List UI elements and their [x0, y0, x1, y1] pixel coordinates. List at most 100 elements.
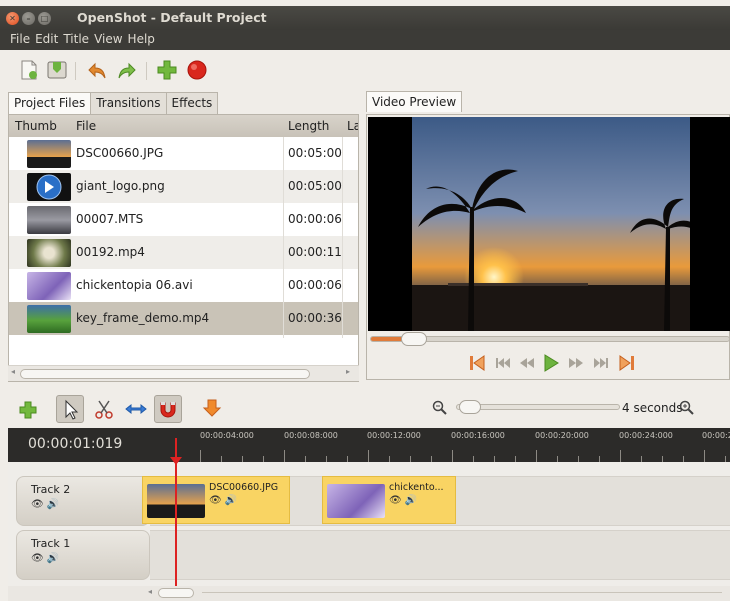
- file-row[interactable]: giant_logo.png 00:05:00: [9, 170, 358, 203]
- column-length[interactable]: Length: [288, 119, 329, 133]
- add-track-icon[interactable]: [14, 395, 42, 423]
- track-lane[interactable]: [150, 530, 730, 580]
- toolbar-separator: [146, 62, 147, 80]
- ruler-tick-label: 00:00:24:000: [619, 431, 673, 440]
- ruler-tick-label: 00:00:20:000: [535, 431, 589, 440]
- clip-thumbnail: [327, 484, 385, 518]
- zoom-out-icon[interactable]: [432, 400, 448, 416]
- file-row[interactable]: 00192.mp4 00:00:11: [9, 236, 358, 269]
- track-header[interactable]: Track 2 👁 🔊: [16, 476, 150, 526]
- redo-icon[interactable]: [116, 59, 138, 81]
- zoom-slider[interactable]: [456, 400, 620, 414]
- ruler-tick: [284, 450, 285, 462]
- file-thumbnail: [27, 305, 71, 333]
- track-header[interactable]: Track 1 👁 🔊: [16, 530, 150, 580]
- playhead-line[interactable]: [175, 438, 177, 588]
- file-row-selected[interactable]: key_frame_demo.mp4 00:00:36: [9, 302, 358, 335]
- column-file[interactable]: File: [76, 119, 96, 133]
- file-name: 00007.MTS: [76, 212, 144, 226]
- file-list-scroll-thumb[interactable]: [20, 369, 310, 379]
- rewind-icon[interactable]: [518, 354, 536, 372]
- tab-project-files[interactable]: Project Files: [8, 92, 92, 114]
- file-length: 00:00:36: [288, 311, 342, 325]
- timeline-scrollbar[interactable]: ◂: [8, 586, 730, 601]
- ruler-tick: [704, 450, 705, 462]
- maximize-window-icon[interactable]: □: [38, 12, 51, 25]
- ruler-tick: [620, 450, 621, 462]
- project-panel-tabs: Project Files Transitions Effects: [8, 92, 219, 114]
- add-marker-icon[interactable]: [198, 395, 226, 423]
- scroll-right-icon[interactable]: ▸: [346, 367, 350, 376]
- ruler-tick-label: 00:00:04:000: [200, 431, 254, 440]
- file-thumbnail: [27, 140, 71, 168]
- import-files-icon[interactable]: [156, 59, 178, 81]
- main-toolbar: [0, 50, 730, 90]
- minimize-window-icon[interactable]: –: [22, 12, 35, 25]
- zoom-level-label: 4 seconds: [622, 401, 683, 415]
- clip-visibility-audio-icons[interactable]: 👁 🔊: [209, 495, 237, 506]
- timeline-clip[interactable]: chickento... 👁 🔊: [322, 476, 456, 524]
- play-icon[interactable]: [542, 354, 560, 372]
- tab-transitions[interactable]: Transitions: [90, 92, 167, 114]
- ruler-tick-label: 00:00:16:000: [451, 431, 505, 440]
- preview-seek-bar[interactable]: [370, 332, 730, 346]
- track-visibility-audio-icons[interactable]: 👁 🔊: [31, 499, 59, 510]
- jump-start-icon[interactable]: [468, 354, 486, 372]
- timeline-clip[interactable]: DSC00660.JPG 👁 🔊: [142, 476, 290, 524]
- save-project-icon[interactable]: [46, 59, 68, 81]
- column-divider: [342, 137, 343, 338]
- menu-help[interactable]: Help: [128, 30, 160, 50]
- track-name: Track 1: [31, 537, 71, 550]
- ruler-tick: [200, 450, 201, 462]
- menu-file[interactable]: File: [10, 30, 35, 50]
- track-visibility-audio-icons[interactable]: 👁 🔊: [31, 553, 59, 564]
- ruler-tick: [368, 450, 369, 462]
- resize-tool-icon[interactable]: [122, 395, 150, 423]
- scroll-left-icon[interactable]: ◂: [148, 587, 152, 596]
- timeline-ruler[interactable]: 00:00:01:019 00:00:04:000 00:00:08:000 0…: [8, 428, 730, 462]
- timeline-scroll-track: [202, 592, 722, 593]
- file-length: 00:00:06: [288, 278, 342, 292]
- column-last[interactable]: La: [347, 119, 358, 133]
- file-name: giant_logo.png: [76, 179, 165, 193]
- file-list-header: Thumb File Length La: [9, 115, 358, 137]
- menu-title[interactable]: Title: [63, 30, 94, 50]
- close-window-icon[interactable]: ✕: [6, 12, 19, 25]
- zoom-in-icon[interactable]: [679, 400, 695, 416]
- window-title: OpenShot - Default Project: [77, 10, 267, 25]
- file-row[interactable]: chickentopia 06.avi 00:00:06: [9, 269, 358, 302]
- menu-edit[interactable]: Edit: [35, 30, 63, 50]
- select-tool-button[interactable]: [56, 395, 84, 423]
- undo-icon[interactable]: [86, 59, 108, 81]
- menu-bar: File Edit Title View Help: [0, 30, 730, 50]
- file-list-scrollbar[interactable]: ◂ ▸: [8, 365, 359, 381]
- column-divider: [283, 137, 284, 338]
- scroll-left-icon[interactable]: ◂: [11, 367, 15, 376]
- snap-tool-button[interactable]: [154, 395, 182, 423]
- jump-end-icon[interactable]: [618, 354, 636, 372]
- tab-video-preview[interactable]: Video Preview: [366, 91, 463, 112]
- file-thumbnail: [27, 173, 71, 201]
- title-bar: ✕ – □ OpenShot - Default Project: [0, 6, 730, 30]
- snap-magnet-icon: [160, 402, 176, 418]
- column-thumb[interactable]: Thumb: [15, 119, 57, 133]
- previous-marker-icon[interactable]: [494, 354, 512, 372]
- clip-label: DSC00660.JPG: [209, 482, 279, 493]
- fast-forward-icon[interactable]: [567, 354, 585, 372]
- tab-effects[interactable]: Effects: [165, 92, 219, 114]
- file-row[interactable]: DSC00660.JPG 00:05:00: [9, 137, 358, 170]
- export-video-icon[interactable]: [186, 59, 208, 81]
- new-project-icon[interactable]: [18, 59, 40, 81]
- file-thumbnail: [27, 272, 71, 300]
- clip-visibility-audio-icons[interactable]: 👁 🔊: [389, 495, 417, 506]
- timeline-toolbar: 4 seconds: [0, 390, 730, 428]
- zoom-slider-handle[interactable]: [459, 400, 481, 414]
- file-name: DSC00660.JPG: [76, 146, 164, 160]
- menu-view[interactable]: View: [94, 30, 127, 50]
- video-frame-image: [368, 117, 730, 331]
- file-row[interactable]: 00007.MTS 00:00:06: [9, 203, 358, 236]
- razor-tool-icon[interactable]: [90, 395, 118, 423]
- next-marker-icon[interactable]: [592, 354, 610, 372]
- timeline-scroll-thumb[interactable]: [158, 588, 194, 598]
- seek-handle[interactable]: [400, 332, 427, 346]
